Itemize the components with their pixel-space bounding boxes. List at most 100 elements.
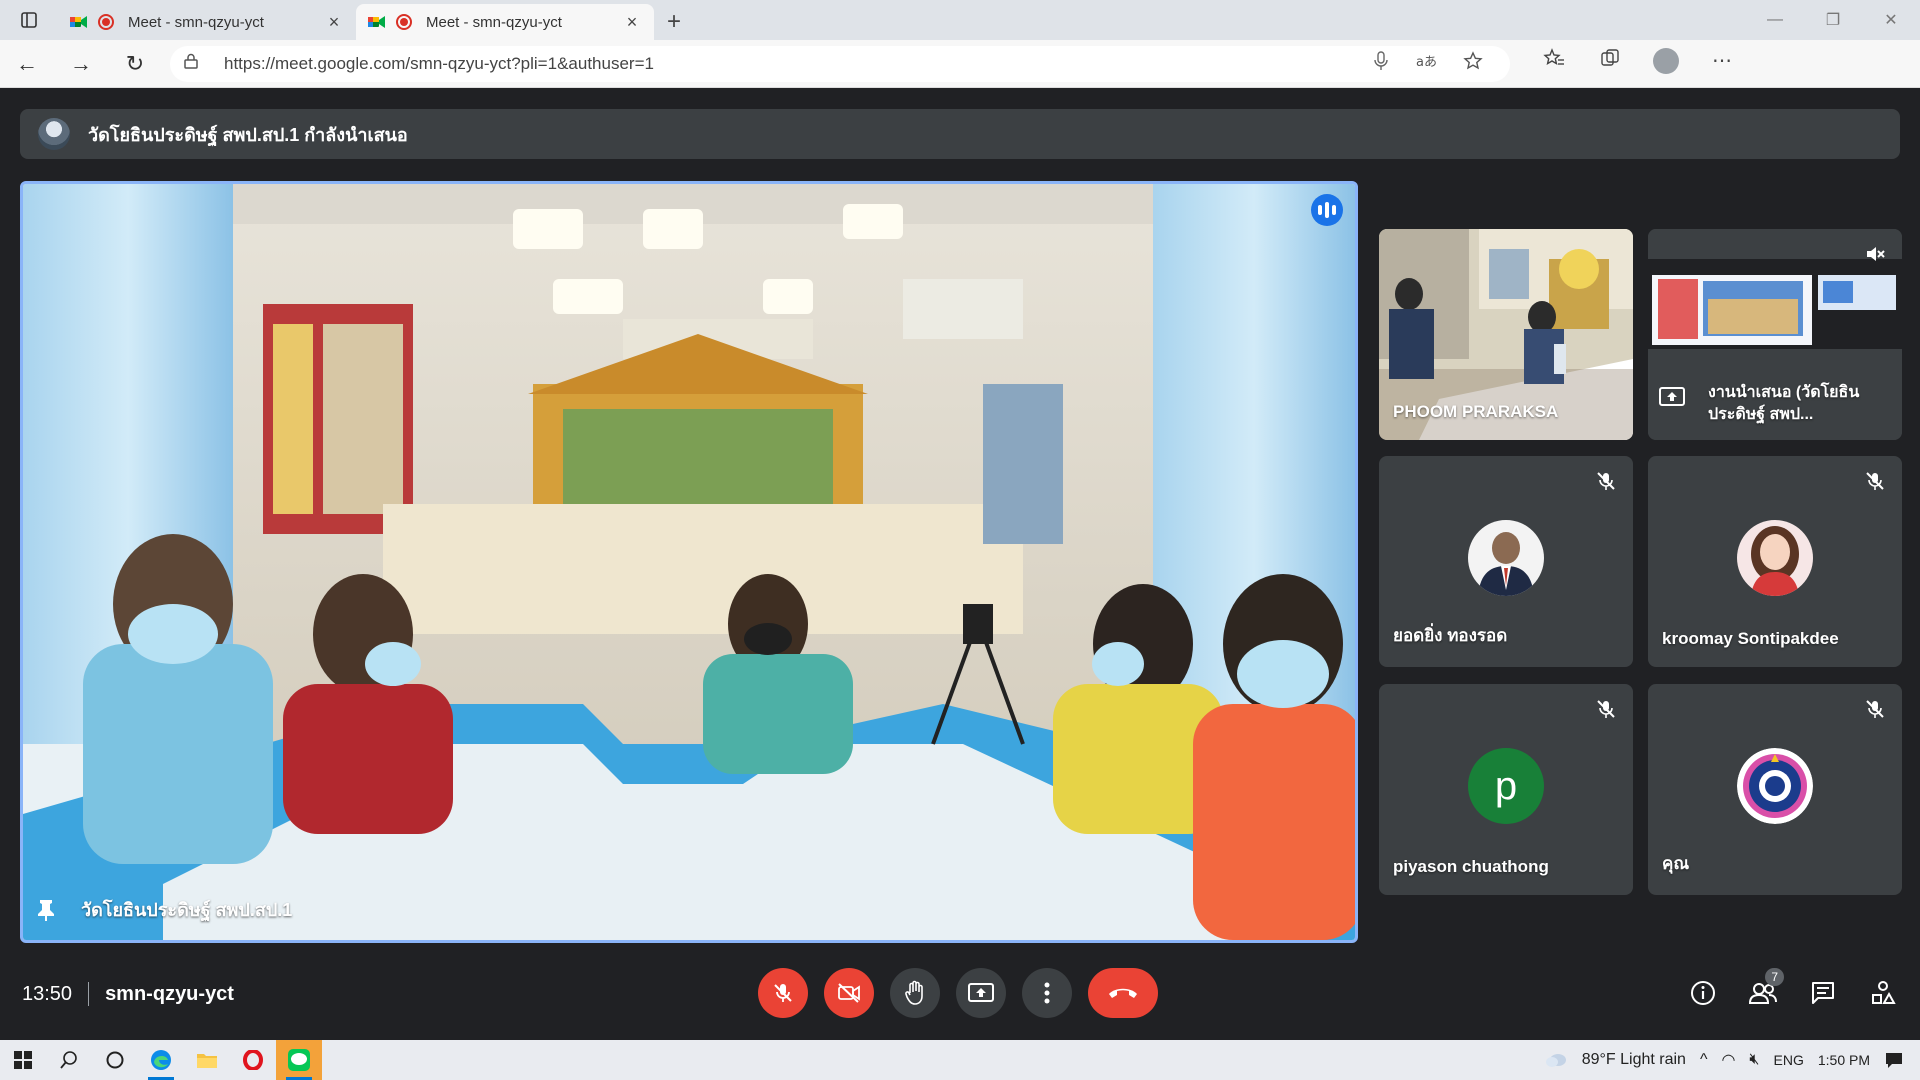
tab-actions-button[interactable] <box>0 0 58 40</box>
participant-count-badge: 7 <box>1765 968 1784 986</box>
volume-off-icon <box>1867 247 1885 261</box>
leave-call-button[interactable] <box>1088 968 1158 1018</box>
presenting-text: วัดโยธินประดิษฐ์ สพป.สป.1 กำลังนำเสนอ <box>88 124 408 145</box>
participant-tile-self[interactable]: คุณ <box>1648 684 1902 895</box>
collections-icon[interactable] <box>1582 48 1638 80</box>
meeting-controls-bar: 13:50 smn-qzyu-yct 7 <box>0 958 1920 1030</box>
close-window-icon[interactable]: ✕ <box>1862 0 1920 40</box>
participant-name: PHOOM PRARAKSA <box>1393 402 1559 421</box>
participant-name: คุณ <box>1662 854 1690 873</box>
participant-name: kroomay Sontipakdee <box>1662 629 1839 648</box>
present-screen-icon <box>968 983 994 1002</box>
folder-icon <box>197 1054 217 1068</box>
meeting-code: smn-qzyu-yct <box>105 982 234 1005</box>
present-now-button[interactable] <box>956 968 1006 1018</box>
search-icon <box>60 1051 77 1069</box>
avatar <box>1737 520 1813 596</box>
weather-text[interactable]: 89°F Light rain <box>1582 1051 1686 1069</box>
taskbar-opera[interactable] <box>230 1040 276 1080</box>
add-favorite-icon[interactable] <box>1450 51 1496 76</box>
profile-avatar-icon <box>1653 47 1679 74</box>
chat-icon <box>1812 982 1834 1004</box>
raise-hand-icon <box>905 980 923 1005</box>
participants-button[interactable]: 7 <box>1738 968 1788 1018</box>
edge-icon <box>151 1050 171 1070</box>
tab-title: Meet - smn-qzyu-yct <box>128 13 264 31</box>
participant-tile-piyason[interactable]: p piyason chuathong <box>1379 684 1633 895</box>
more-menu-icon[interactable]: ⋯ <box>1694 48 1750 80</box>
speaker-muted-icon[interactable]: 🔇︎ <box>1749 1051 1759 1069</box>
minimize-icon[interactable]: — <box>1746 0 1804 40</box>
speaking-indicator-icon <box>1311 194 1343 226</box>
browser-tab-1[interactable]: Meet - smn-qzyu-yct × <box>58 4 356 40</box>
profile-button[interactable] <box>1638 47 1694 80</box>
search-button[interactable] <box>46 1040 92 1080</box>
participant-name: ยอดยิ่ง ทองรอด <box>1393 626 1508 645</box>
toggle-camera-button[interactable] <box>824 968 874 1018</box>
cortana-button[interactable] <box>92 1040 138 1080</box>
activities-button[interactable] <box>1858 968 1908 1018</box>
line-app-icon <box>288 1049 310 1071</box>
reload-icon: ↻ <box>125 50 145 76</box>
avatar-initial: p <box>1494 763 1518 808</box>
chevron-up-icon[interactable]: ^ <box>1700 1051 1708 1069</box>
start-button[interactable] <box>0 1040 46 1080</box>
window-controls: — ❐ ✕ <box>1746 0 1920 40</box>
arrow-left-icon: ← <box>16 50 38 76</box>
close-tab-icon[interactable]: × <box>324 12 344 33</box>
divider <box>88 982 90 1006</box>
microphone-off-icon <box>1866 700 1884 718</box>
raise-hand-button[interactable] <box>890 968 940 1018</box>
taskbar-edge[interactable] <box>138 1040 184 1080</box>
back-button[interactable]: ← <box>0 40 54 88</box>
participant-name: piyason chuathong <box>1393 857 1549 876</box>
avatar <box>1737 748 1813 824</box>
address-bar-row: ← → ↻ https://meet.google.com/smn-qzyu-y… <box>0 40 1920 88</box>
url-field[interactable]: https://meet.google.com/smn-qzyu-yct?pli… <box>170 45 1510 82</box>
translate-icon[interactable]: aあ <box>1404 52 1450 75</box>
side-panel-controls: 7 <box>1678 968 1908 1018</box>
browser-toolbar: ⋯ <box>1526 47 1750 80</box>
participant-tile-phoom[interactable]: PHOOM PRARAKSA <box>1379 229 1633 440</box>
browser-tab-2[interactable]: Meet - smn-qzyu-yct × <box>356 4 654 40</box>
taskbar-file-explorer[interactable] <box>184 1040 230 1080</box>
participant-tile-yodying[interactable]: ยอดยิ่ง ทองรอด <box>1379 456 1633 667</box>
microphone-off-icon <box>1866 472 1884 490</box>
notifications-icon[interactable] <box>1884 1051 1904 1069</box>
language-indicator[interactable]: ENG <box>1774 1052 1804 1068</box>
meeting-room-video <box>23 184 1355 940</box>
windows-taskbar: 89°F Light rain ^ ◠ 🔇︎ ENG 1:50 PM <box>0 1040 1920 1080</box>
microphone-off-icon <box>1597 700 1615 718</box>
close-tab-icon[interactable]: × <box>622 12 642 33</box>
main-participant-name: วัดโยธินประดิษฐ์ สพป.สป.1 <box>81 900 293 920</box>
toggle-microphone-button[interactable] <box>758 968 808 1018</box>
clock[interactable]: 1:50 PM <box>1818 1052 1870 1068</box>
shapes-icon <box>1872 981 1896 1004</box>
reload-button[interactable]: ↻ <box>108 40 162 88</box>
taskbar-line[interactable] <box>276 1040 322 1080</box>
maximize-icon[interactable]: ❐ <box>1804 0 1862 40</box>
presentation-tile[interactable]: งานนำเสนอ (วัดโยธินประดิษฐ์ สพป... <box>1648 229 1902 440</box>
meet-favicon-icon <box>368 15 386 29</box>
participant-tile-kroomay[interactable]: kroomay Sontipakdee <box>1648 456 1902 667</box>
microphone-off-icon <box>774 984 792 1002</box>
microphone-icon[interactable] <box>1358 51 1404 76</box>
windows-logo-icon <box>14 1051 32 1069</box>
more-vert-icon <box>1044 982 1050 1004</box>
forward-button[interactable]: → <box>54 40 108 88</box>
new-tab-button[interactable]: + <box>654 4 694 40</box>
opera-icon <box>243 1050 263 1070</box>
main-video-tile[interactable]: วัดโยธินประดิษฐ์ สพป.สป.1 <box>20 181 1358 943</box>
weather-cloud-icon <box>1545 1054 1566 1067</box>
pin-icon[interactable] <box>35 898 57 922</box>
favorites-icon[interactable] <box>1526 47 1582 80</box>
camera-off-icon <box>838 983 860 1003</box>
browser-tab-bar: Meet - smn-qzyu-yct × Meet - smn-qzyu-yc… <box>0 0 1920 40</box>
meeting-details-button[interactable] <box>1678 968 1728 1018</box>
chat-button[interactable] <box>1798 968 1848 1018</box>
more-options-button[interactable] <box>1022 968 1072 1018</box>
arrow-right-icon: → <box>70 50 92 76</box>
network-icon[interactable]: ◠ <box>1721 1050 1735 1070</box>
call-controls <box>758 968 1158 1018</box>
avatar: p <box>1468 748 1544 824</box>
